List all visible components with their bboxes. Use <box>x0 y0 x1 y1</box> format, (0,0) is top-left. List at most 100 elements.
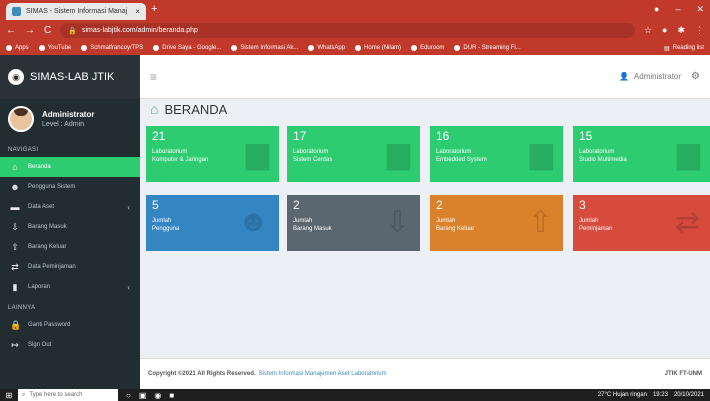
task-view-icon[interactable]: ○ <box>126 391 131 400</box>
bookmark-item[interactable]: Eduroom <box>411 45 444 51</box>
sidebar-item-ganti-password[interactable]: 🔒 Ganti Password <box>0 315 140 335</box>
bookmark-item[interactable]: Apps <box>6 45 29 51</box>
top-navbar: ≡ 👤 Administrator ⚙ <box>140 55 710 99</box>
menu-icon[interactable]: ⋮ <box>695 25 704 36</box>
bookmark-icon <box>411 45 418 51</box>
sidebar-item-barang-masuk[interactable]: ⇩ Barang Masuk <box>0 217 140 237</box>
avatar <box>8 106 34 132</box>
back-icon[interactable]: ← <box>6 25 16 36</box>
bookmark-item[interactable]: DUR - Streaming Fi... <box>454 45 521 51</box>
reading-list-button[interactable]: ▤ Reading list <box>664 45 704 52</box>
lock-icon: 🔒 <box>10 319 22 330</box>
taskbar-apps: ○ ▣ ◉ ■ <box>126 391 174 400</box>
taskbar-search[interactable]: ⌕ Type here to search <box>18 389 118 401</box>
system-tray: 27°C Hujan ringan 19:23 20/10/2021 <box>598 392 710 398</box>
extension-icon[interactable]: ● <box>662 25 667 36</box>
chrome-icon[interactable]: ◉ <box>154 391 161 400</box>
drive-icon <box>153 45 160 51</box>
users-icon: ☻ <box>10 182 20 192</box>
sidebar-item-beranda[interactable]: ⌂ Beranda <box>0 157 140 177</box>
sidebar-item-peminjaman[interactable]: ⇄ Data Peminjaman <box>0 257 140 277</box>
hamburger-menu-icon[interactable]: ≡ <box>150 70 157 84</box>
home-icon: ⌂ <box>12 162 18 172</box>
exchange-icon: ⇄ <box>11 261 19 272</box>
sidebar-item-pengguna[interactable]: ☻ Pengguna Sistem <box>0 177 140 197</box>
chevron-left-icon: ‹ <box>127 202 130 212</box>
signout-icon: ↦ <box>11 339 19 350</box>
report-icon: ▮ <box>12 281 18 292</box>
youtube-icon <box>38 45 45 51</box>
bookmark-item[interactable]: WhatsApp <box>308 45 345 51</box>
weather-text[interactable]: 27°C Hujan ringan <box>598 392 647 398</box>
user-menu[interactable]: 👤 Administrator <box>619 72 681 81</box>
puzzle-icon[interactable]: ✱ <box>677 25 685 36</box>
exchange-icon: ⇄ <box>674 206 700 239</box>
sidebar-item-data-aset[interactable]: ▬ Data Aset ‹ <box>0 197 140 217</box>
archive-icon: ▆ <box>386 137 410 170</box>
logo-text: SIMAS-LAB JTIK <box>30 71 115 83</box>
user-name: Administrator <box>633 72 682 81</box>
upload-icon: ⇧ <box>527 206 553 239</box>
sidebar-item-barang-keluar[interactable]: ⇧ Barang Keluar <box>0 237 140 257</box>
info-box[interactable]: 2 Jumlah Barang Keluar ⇧ <box>430 195 563 251</box>
file-explorer-icon[interactable]: ▣ <box>139 391 147 400</box>
browser-actions: ☆ ● ✱ ⋮ <box>644 25 704 36</box>
browser-tab[interactable]: SIMAS - Sistem Informasi Manaj × <box>6 3 146 20</box>
other-section-label: LAINNYA <box>8 305 36 311</box>
minimize-icon[interactable]: – <box>675 4 680 15</box>
reload-icon[interactable]: C <box>44 25 51 36</box>
bookmark-item[interactable]: Drive Saya - Google... <box>153 45 221 51</box>
lock-icon: 🔒 <box>68 27 77 35</box>
windows-start-icon[interactable]: ⊞ <box>0 389 18 401</box>
info-box[interactable]: 5 Jumlah Pengguna ☻ <box>146 195 279 251</box>
favicon-icon <box>12 7 21 16</box>
new-tab-button[interactable]: + <box>151 3 157 15</box>
sidebar-item-sign-out[interactable]: ↦ Sign Out <box>0 335 140 355</box>
profile-icon[interactable]: ● <box>654 4 659 15</box>
info-box[interactable]: 15 Laboratorium Studio Multimedia ▆ <box>573 126 710 182</box>
footer: Copyright ©2021 All Rights Reserved. Sis… <box>140 358 710 389</box>
main-content: ⌂ BERANDA 21 Laboratorium Komputer & Jar… <box>140 99 710 389</box>
info-box[interactable]: 3 Jumlah Peminjaman ⇄ <box>573 195 710 251</box>
address-bar-row: ← → C 🔒 simas-labjtik.com/admin/beranda.… <box>0 20 710 41</box>
close-window-icon[interactable]: ✕ <box>696 4 704 15</box>
apps-icon <box>6 45 12 51</box>
profile-name: Administrator <box>42 110 95 119</box>
info-box[interactable]: 21 Laboratorium Komputer & Jaringan ▆ <box>146 126 279 182</box>
url-field[interactable]: 🔒 simas-labjtik.com/admin/beranda.php <box>60 23 635 38</box>
bookmark-item[interactable]: Schmalfrancoy/TPS <box>81 45 143 51</box>
app-logo[interactable]: ◉ SIMAS-LAB JTIK <box>0 55 140 99</box>
chevron-left-icon: ‹ <box>127 282 130 292</box>
star-icon[interactable]: ☆ <box>644 25 652 36</box>
forward-icon[interactable]: → <box>25 25 35 36</box>
bookmarks-bar: Apps YouTube Schmalfrancoy/TPS Drive Say… <box>0 41 710 55</box>
info-box[interactable]: 16 Laboratorium Embedded System ▆ <box>430 126 563 182</box>
store-icon[interactable]: ■ <box>169 391 174 400</box>
page-title: ⌂ BERANDA <box>150 101 228 117</box>
clock-time[interactable]: 19:23 <box>653 392 668 398</box>
profile-level: Level : Admin <box>42 121 85 128</box>
bookmark-item[interactable]: Home (Nilam) <box>355 45 401 51</box>
info-box[interactable]: 17 Laboratorium Sistem Cerdas ▆ <box>287 126 420 182</box>
system-name-link[interactable]: Sistem Informasi Manajemen Aset Laborato… <box>259 371 387 377</box>
home-icon: ⌂ <box>150 101 159 117</box>
bookmark-icon <box>231 45 238 51</box>
clock-date[interactable]: 20/10/2021 <box>674 392 704 398</box>
windows-taskbar: ⊞ ⌕ Type here to search ○ ▣ ◉ ■ 27°C Huj… <box>0 389 710 401</box>
tab-title: SIMAS - Sistem Informasi Manaj <box>26 8 128 15</box>
bookmark-item[interactable]: YouTube <box>38 45 71 51</box>
user-panel: Administrator Level : Admin <box>0 99 140 139</box>
user-icon: 👤 <box>618 72 629 81</box>
settings-icon[interactable]: ⚙ <box>691 71 700 82</box>
archive-icon: ▆ <box>245 137 269 170</box>
sidebar-item-laporan[interactable]: ▮ Laporan ‹ <box>0 277 140 297</box>
search-icon: ⌕ <box>22 391 26 398</box>
archive-icon: ▆ <box>529 137 553 170</box>
close-tab-icon[interactable]: × <box>135 7 140 16</box>
browser-tab-strip: SIMAS - Sistem Informasi Manaj × + ● – ✕ <box>0 0 710 20</box>
window-controls: ● – ✕ <box>654 4 704 15</box>
database-icon: ▬ <box>10 202 20 212</box>
bookmark-icon <box>81 45 88 51</box>
bookmark-item[interactable]: Sistem Informasi Ak... <box>231 45 298 51</box>
info-box[interactable]: 2 Jumlah Barang Masuk ⇩ <box>287 195 420 251</box>
